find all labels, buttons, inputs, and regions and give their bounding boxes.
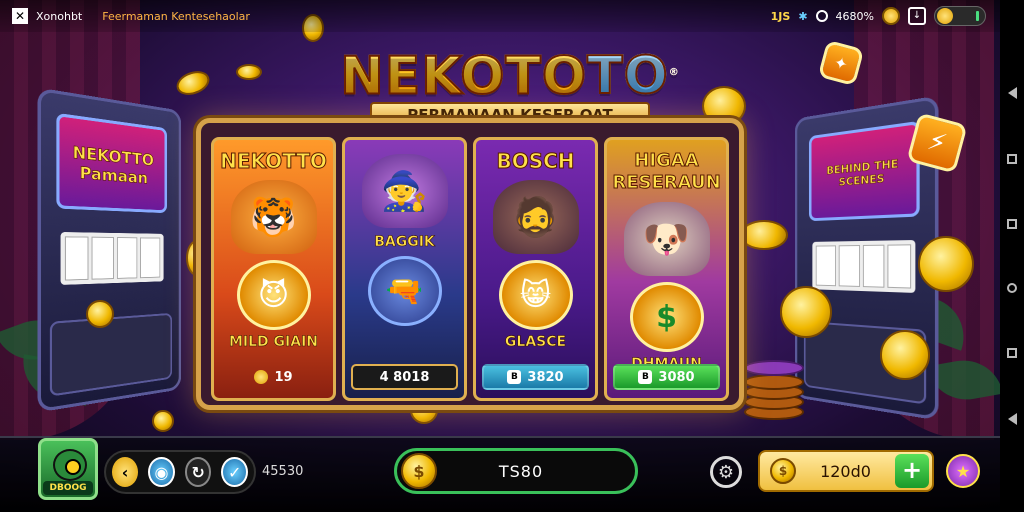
logo-title-accent: TO	[586, 45, 669, 107]
level-text: 1JS	[770, 9, 791, 23]
card-title: HIGAA RESERAUN	[612, 150, 721, 194]
system-nav-bar	[1000, 0, 1024, 512]
app-name: Xonohbt	[36, 9, 83, 23]
balance-value: 120d0	[820, 461, 871, 481]
coin-icon: $	[770, 458, 796, 484]
close-icon[interactable]: ✕	[12, 8, 28, 24]
avatar-face-icon	[53, 449, 87, 481]
game-card-1[interactable]: NEKOTTO 🐯 😈 MILD GIAIN 19	[211, 137, 336, 401]
card-title: NEKOTTO	[220, 149, 328, 173]
coin-decoration	[173, 66, 213, 100]
nav-recent-icon[interactable]	[1007, 153, 1017, 164]
quick-actions-bar: ‹ ◉ ↻ ✓	[104, 450, 256, 494]
ticket-icon: B	[638, 370, 653, 384]
coin-icon	[254, 370, 269, 384]
percent-text: 4680%	[835, 9, 874, 23]
game-selection-frame: NEKOTTO 🐯 😈 MILD GIAIN 19 🧙 BAGGIK 🔫 4 8…	[196, 118, 744, 410]
download-icon[interactable]: ↓	[908, 7, 926, 25]
price-value: 19	[274, 369, 293, 385]
nav-back-icon[interactable]	[1007, 412, 1017, 425]
coin-decoration	[918, 236, 974, 292]
refresh-icon[interactable]: ↻	[184, 457, 212, 487]
coin-decoration	[780, 286, 832, 338]
spin-button[interactable]: $ TS80	[394, 448, 638, 494]
slot-reels	[60, 231, 164, 285]
player-avatar[interactable]: DBOOG	[38, 438, 98, 500]
price-value: 4 8018	[379, 369, 430, 385]
slot-machine-left: NEKOTTO Pamaan	[37, 87, 182, 413]
nav-home-icon[interactable]	[1007, 283, 1017, 294]
price-tag[interactable]: 19	[220, 364, 327, 390]
price-tag[interactable]: B 3820	[482, 364, 589, 390]
player-count: 45530	[262, 464, 304, 479]
coin-decoration	[86, 300, 114, 328]
medal-icon: 😈	[236, 260, 311, 330]
back-arrow-icon[interactable]: ‹	[112, 457, 139, 487]
nav-square-icon[interactable]	[1007, 218, 1017, 229]
slot-screen-right: BEHIND THE SCENES	[808, 120, 920, 222]
game-scene: NEKOTTO Pamaan BEHIND THE SCENES ⚡ ✦ NEK…	[0, 0, 1024, 512]
coin-decoration	[236, 64, 262, 80]
registered-mark: ®	[668, 67, 680, 78]
slot-reels	[812, 239, 916, 293]
price-tag[interactable]: 4 8018	[351, 364, 458, 390]
price-tag[interactable]: B 3080	[613, 364, 720, 390]
coin-toggle[interactable]	[934, 6, 986, 26]
game-card-2[interactable]: 🧙 BAGGIK 🔫 4 8018	[342, 137, 467, 401]
world-icon[interactable]: ◉	[148, 457, 175, 487]
witch-character-icon: 🧙	[361, 154, 448, 228]
nav-back-icon[interactable]	[1007, 87, 1017, 100]
blaster-icon: 🔫	[367, 256, 442, 326]
spin-value: TS80	[498, 461, 544, 481]
clock-icon	[815, 10, 828, 22]
avatar-label: DBOOG	[43, 481, 93, 495]
price-value: 3820	[527, 369, 564, 385]
bottom-toolbar: DBOOG ‹ ◉ ↻ ✓ 45530 $ TS80 ⚙ $ 120d0 + ★	[0, 436, 1000, 512]
gear-icon[interactable]: ⚙	[710, 456, 742, 488]
chip-stack	[744, 356, 804, 426]
coin-icon: $	[401, 453, 437, 489]
dog-character-icon: 🐶	[623, 202, 710, 276]
cat-medal-icon: 😸	[498, 260, 573, 330]
bearded-man-character-icon: 🧔	[492, 180, 579, 254]
logo-title: NEKOTOTO®	[330, 42, 690, 107]
tiger-character-icon: 🐯	[230, 180, 317, 254]
shop-icon[interactable]: ★	[946, 454, 980, 488]
dollar-medal-icon: $	[629, 282, 704, 352]
card-subtitle: BAGGIK	[374, 234, 435, 251]
coin-decoration	[880, 330, 930, 380]
bluetooth-icon: ✱	[798, 9, 808, 23]
logo-title-main: NEKOTO	[339, 45, 588, 107]
ticket-icon: B	[507, 370, 522, 384]
nav-overview-icon[interactable]	[1007, 347, 1017, 358]
card-label: GLASCE	[504, 334, 567, 351]
coin-decoration	[740, 220, 788, 250]
coin-balance: $ 120d0 +	[758, 450, 934, 492]
card-title: BOSCH	[496, 149, 575, 173]
game-card-4[interactable]: HIGAA RESERAUN 🐶 $ DHMAUN B 3080	[604, 137, 729, 401]
check-icon[interactable]: ✓	[221, 457, 248, 487]
coin-icon	[882, 7, 900, 25]
slot-screen-left: NEKOTTO Pamaan	[56, 112, 168, 214]
price-value: 3080	[658, 369, 695, 385]
coin-decoration	[152, 410, 174, 432]
card-label: MILD GIAIN	[228, 334, 319, 351]
slot-base	[49, 312, 173, 397]
game-logo: NEKOTOTO® PERMANAAN KESER OAT	[330, 42, 690, 128]
game-card-3[interactable]: BOSCH 🧔 😸 GLASCE B 3820	[473, 137, 598, 401]
app-tagline: Feermaman Kentesehaolar	[102, 9, 250, 23]
top-status-bar: ✕ Xonohbt Feermaman Kentesehaolar 1JS ✱ …	[0, 0, 1024, 32]
add-coins-button[interactable]: +	[895, 454, 929, 488]
